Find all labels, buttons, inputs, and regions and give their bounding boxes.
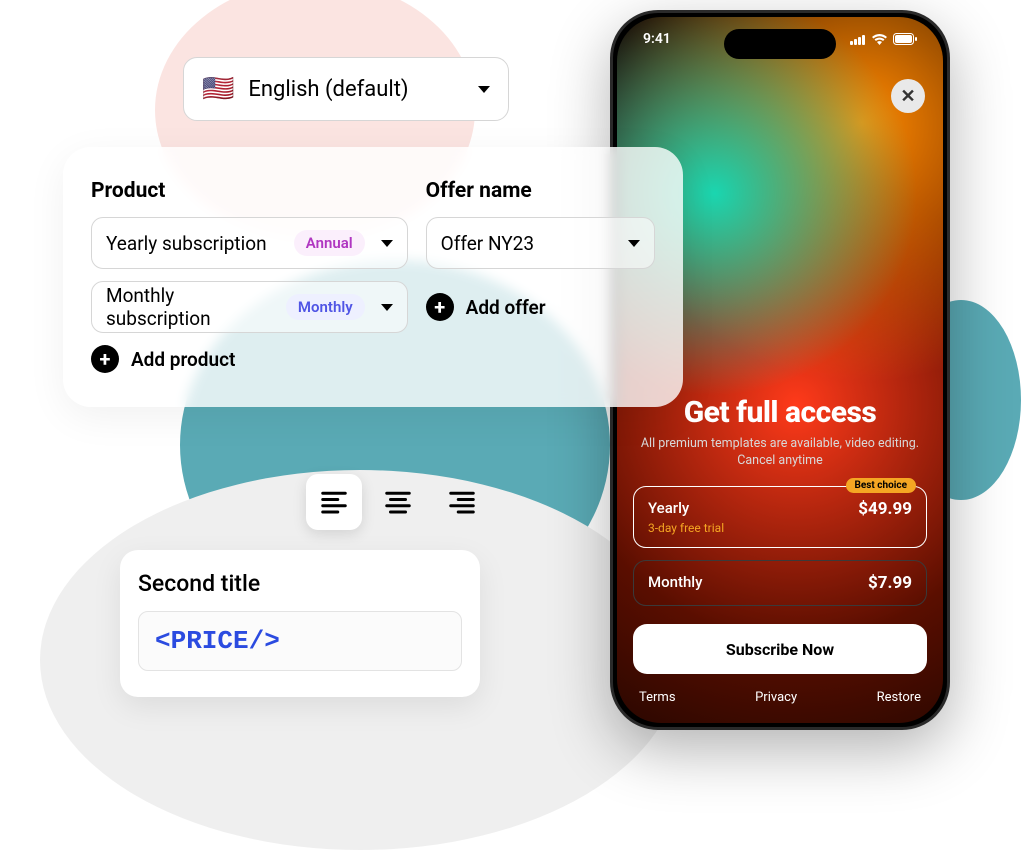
plan-trial: 3-day free trial	[648, 521, 724, 535]
signal-icon	[850, 34, 866, 45]
align-center-button[interactable]	[370, 474, 426, 530]
add-offer-label: Add offer	[466, 296, 546, 319]
chevron-down-icon	[478, 86, 490, 93]
product-select-monthly[interactable]: Monthly subscription Monthly	[91, 281, 408, 333]
battery-icon	[893, 33, 917, 45]
offer-header: Offer name	[426, 179, 655, 203]
flag-icon: 🇺🇸	[202, 74, 234, 104]
add-product-button[interactable]: + Add product	[91, 345, 408, 373]
align-toolbar	[300, 468, 496, 536]
paywall-subline: All premium templates are available, vid…	[633, 436, 927, 470]
add-product-label: Add product	[131, 348, 235, 371]
align-left-button[interactable]	[306, 474, 362, 530]
language-selector[interactable]: 🇺🇸 English (default)	[183, 57, 509, 121]
close-button[interactable]: ✕	[891, 79, 925, 113]
plus-icon: +	[91, 345, 119, 373]
status-time: 9:41	[643, 31, 671, 47]
close-icon: ✕	[900, 86, 915, 107]
language-label: English (default)	[248, 77, 408, 102]
restore-link[interactable]: Restore	[877, 690, 921, 705]
period-badge-annual: Annual	[294, 230, 365, 256]
second-title-card: Second title <PRICE/>	[120, 550, 480, 697]
align-left-icon	[319, 487, 349, 517]
plan-price: $49.99	[858, 499, 912, 519]
align-right-icon	[447, 487, 477, 517]
paywall-links: Terms Privacy Restore	[633, 690, 927, 705]
plan-monthly[interactable]: Monthly $7.99	[633, 560, 927, 606]
terms-link[interactable]: Terms	[639, 690, 676, 705]
product-label: Yearly subscription	[106, 232, 284, 255]
chevron-down-icon	[381, 240, 393, 247]
chevron-down-icon	[381, 304, 393, 311]
paywall: Get full access All premium templates ar…	[617, 395, 943, 723]
product-label: Monthly subscription	[106, 284, 276, 330]
privacy-link[interactable]: Privacy	[755, 690, 797, 705]
second-title-header: Second title	[138, 570, 462, 597]
product-header: Product	[91, 179, 408, 203]
subscribe-button[interactable]: Subscribe Now	[633, 624, 927, 674]
best-choice-badge: Best choice	[846, 478, 917, 493]
price-tag-input[interactable]: <PRICE/>	[138, 611, 462, 671]
plan-yearly[interactable]: Best choice Yearly 3-day free trial $49.…	[633, 486, 927, 548]
offer-label: Offer NY23	[441, 232, 612, 255]
paywall-headline: Get full access	[633, 395, 927, 430]
status-bar: 9:41	[617, 31, 943, 47]
align-center-icon	[383, 487, 413, 517]
plan-name: Monthly	[648, 573, 702, 591]
wifi-icon	[872, 34, 887, 45]
plus-icon: +	[426, 293, 454, 321]
product-offer-panel: Product Yearly subscription Annual Month…	[63, 147, 683, 407]
offer-select[interactable]: Offer NY23	[426, 217, 655, 269]
product-select-yearly[interactable]: Yearly subscription Annual	[91, 217, 408, 269]
chevron-down-icon	[628, 240, 640, 247]
plan-name: Yearly	[648, 499, 724, 517]
add-offer-button[interactable]: + Add offer	[426, 281, 655, 333]
align-right-button[interactable]	[434, 474, 490, 530]
plan-price: $7.99	[868, 573, 912, 593]
period-badge-monthly: Monthly	[286, 294, 365, 320]
